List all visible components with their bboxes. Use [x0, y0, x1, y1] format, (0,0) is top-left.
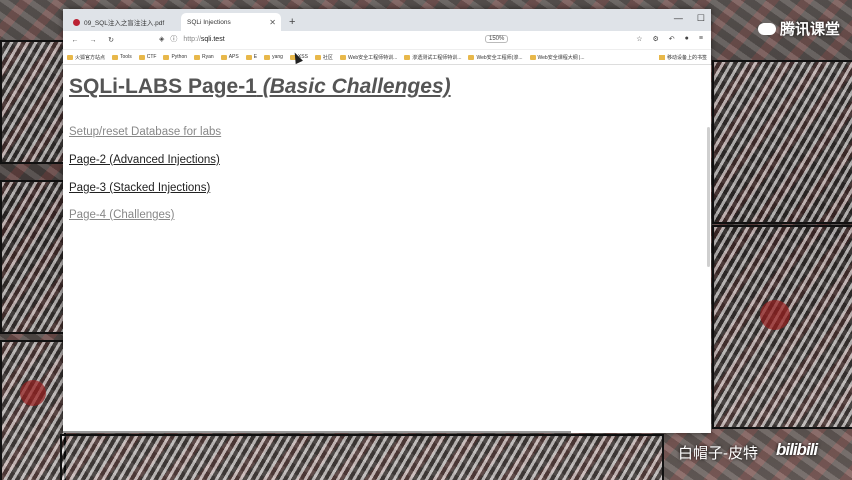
folder-icon	[245, 54, 252, 60]
info-icon: ⓘ	[170, 36, 178, 43]
folder-icon	[468, 54, 475, 60]
bookmark-item[interactable]: Tools	[112, 54, 132, 60]
back-icon[interactable]: ←	[69, 37, 81, 44]
tab-label: SQLi Injections	[187, 18, 231, 26]
wallpaper-panel	[60, 434, 664, 480]
vertical-scrollbar[interactable]	[707, 127, 710, 267]
horizontal-scrollbar[interactable]	[63, 431, 571, 433]
wallpaper-panel	[712, 60, 852, 224]
folder-icon	[658, 54, 665, 60]
shield-icon: ◈	[159, 36, 165, 43]
tab-bar: 09_SQL注入之盲注注入.pdf SQLi Injections ✕ + — …	[63, 9, 711, 31]
folder-icon	[404, 54, 411, 60]
bookmark-item[interactable]: 渗透测试工程师特训...	[404, 54, 461, 61]
bilibili-logo: bilibili	[776, 440, 818, 459]
folder-icon	[138, 54, 145, 60]
wallpaper-panel	[0, 340, 66, 480]
page-2-link[interactable]: Page-2 (Advanced Injections)	[69, 154, 220, 166]
bookmark-item[interactable]: CTF	[138, 54, 156, 60]
page-title: SQLi-LABS Page-1 (Basic Challenges)	[69, 75, 451, 98]
tab-pdf[interactable]: 09_SQL注入之盲注注入.pdf	[67, 13, 181, 31]
wallpaper-mark	[20, 380, 46, 406]
bookmark-item[interactable]: Python	[163, 54, 187, 60]
wallpaper-panel	[0, 40, 66, 164]
toolbar-actions: ☆ ⚙ ↶ ● ≡	[636, 35, 703, 43]
page-content: SQLi-LABS Page-1 (Basic Challenges) Setu…	[63, 63, 711, 433]
minimize-icon[interactable]: —	[674, 13, 683, 24]
zoom-indicator[interactable]: 150%	[485, 35, 509, 43]
bookmark-item[interactable]: E	[245, 54, 257, 60]
tencent-classroom-logo: 腾讯课堂	[757, 18, 840, 39]
firefox-icon	[67, 54, 73, 60]
url-text[interactable]: http://sqli.test	[183, 36, 224, 43]
folder-icon	[264, 54, 271, 60]
pdf-icon	[73, 18, 80, 26]
close-icon[interactable]: ✕	[269, 18, 276, 27]
wallpaper-mark	[760, 300, 790, 330]
menu-icon[interactable]: ≡	[699, 35, 703, 43]
page-4-link[interactable]: Page-4 (Challenges)	[69, 209, 174, 221]
bookmark-item[interactable]: yang	[264, 54, 283, 60]
forward-icon[interactable]: →	[87, 37, 99, 44]
folder-icon	[339, 54, 346, 60]
star-icon[interactable]: ☆	[636, 35, 642, 43]
cloud-icon	[757, 22, 776, 35]
account-icon[interactable]: ●	[685, 35, 689, 43]
folder-icon	[163, 54, 170, 60]
bookmark-item[interactable]: 火狐官方站点	[67, 54, 105, 61]
extension-icon[interactable]: ⚙	[653, 35, 659, 43]
tab-label: 09_SQL注入之盲注注入.pdf	[84, 20, 165, 27]
uploader-credit: 白帽子-皮特	[678, 445, 758, 462]
browser-window: 09_SQL注入之盲注注入.pdf SQLi Injections ✕ + — …	[63, 9, 711, 433]
folder-icon	[194, 54, 201, 60]
maximize-icon[interactable]: ☐	[697, 13, 705, 24]
new-tab-button[interactable]: +	[289, 16, 295, 28]
setup-database-link[interactable]: Setup/reset Database for labs	[69, 126, 221, 138]
wallpaper-panel	[0, 180, 66, 334]
bookmark-item[interactable]: Ryan	[194, 54, 214, 60]
navigation-toolbar: ← → ↻ ◈ ⓘ http://sqli.test 150% ☆ ⚙ ↶ ● …	[63, 31, 711, 50]
folder-icon	[529, 54, 536, 60]
address-bar[interactable]: ◈ ⓘ http://sqli.test	[159, 34, 225, 44]
folder-icon	[314, 54, 321, 60]
bookmark-item[interactable]: Web安全课程大纲 |...	[529, 54, 585, 61]
folder-icon	[220, 54, 227, 60]
undo-icon[interactable]: ↶	[669, 35, 675, 43]
folder-icon	[112, 54, 119, 60]
window-controls: — ☐	[674, 13, 705, 24]
bookmark-item[interactable]: Web安全工程师特训...	[339, 54, 397, 61]
tab-sqli[interactable]: SQLi Injections ✕	[181, 13, 281, 31]
mobile-bookmarks[interactable]: 移动设备上的书签	[658, 54, 707, 61]
page-3-link[interactable]: Page-3 (Stacked Injections)	[69, 182, 210, 194]
reload-icon[interactable]: ↻	[105, 36, 117, 44]
bookmark-item[interactable]: APS	[220, 54, 239, 60]
bookmark-item[interactable]: Web安全工程师(渗...	[468, 54, 523, 61]
bookmark-item[interactable]: 社区	[314, 54, 333, 61]
